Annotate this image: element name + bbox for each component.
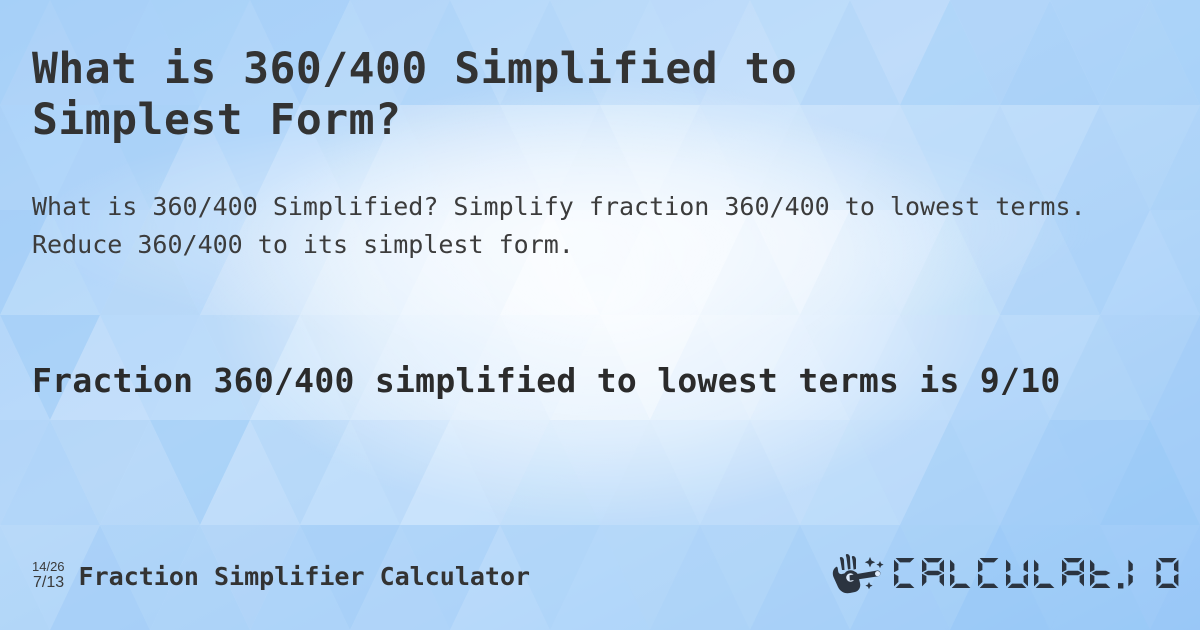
footer-calculator-name: Fraction Simplifier Calculator: [78, 561, 531, 591]
result-statement: Fraction 360/400 simplified to lowest te…: [32, 361, 1061, 400]
magic-wand-hand-icon: [830, 551, 886, 601]
share-card: What is 360/400 Simplified to Simplest F…: [0, 0, 1200, 630]
footer-brand: 14/26 7/13 Fraction Simplifier Calculato…: [32, 560, 530, 593]
page-title: What is 360/400 Simplified to Simplest F…: [32, 44, 798, 145]
site-logo[interactable]: [830, 551, 1186, 601]
fraction-reduce-icon-top: 14/26: [32, 558, 65, 574]
logo-wordmark: [892, 552, 1186, 600]
fraction-reduce-icon-bottom: 7/13: [33, 573, 65, 591]
footer: 14/26 7/13 Fraction Simplifier Calculato…: [32, 552, 1186, 600]
page-description: What is 360/400 Simplified? Simplify fra…: [32, 192, 1086, 259]
fraction-reduce-icon: 14/26 7/13: [32, 560, 65, 593]
